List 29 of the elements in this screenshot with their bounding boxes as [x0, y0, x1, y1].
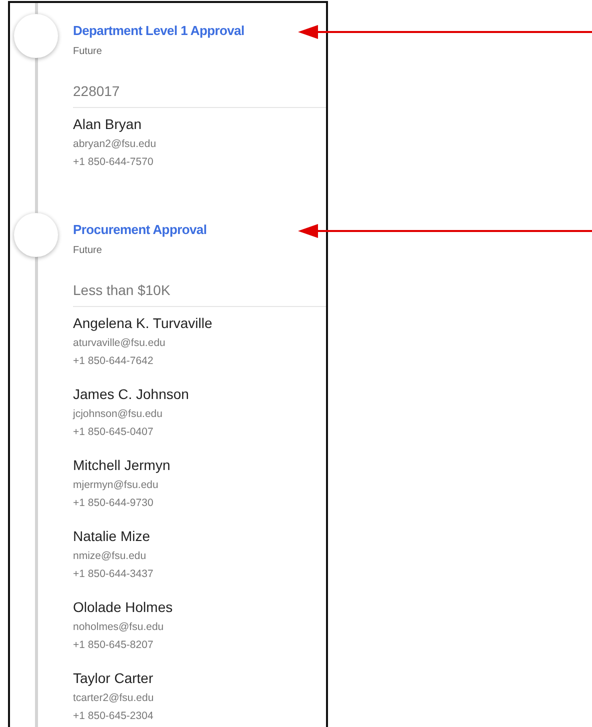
- approver-name: Ololade Holmes: [73, 599, 174, 615]
- approver-email: mjermyn@fsu.edu: [73, 479, 160, 491]
- approver-name: Taylor Carter: [73, 670, 154, 686]
- approver-phone: +1 850-644-7642: [73, 355, 154, 367]
- approver-email: nmize@fsu.edu: [73, 550, 148, 562]
- approver-email: aturvaville@fsu.edu: [73, 337, 166, 349]
- approver-phone: +1 850-644-7570: [73, 156, 154, 168]
- approver-phone: +1 850-645-0407: [73, 426, 154, 438]
- approver-name: Alan Bryan: [73, 116, 142, 132]
- approver-phone: +1 850-645-8207: [73, 639, 154, 651]
- step-marker: [14, 213, 58, 257]
- approver-name: Angelena K. Turvaville: [73, 315, 214, 331]
- approver-phone: +1 850-644-9730: [73, 497, 154, 509]
- approver-phone: +1 850-644-3437: [73, 568, 154, 580]
- approver-email: abryan2@fsu.edu: [73, 138, 158, 150]
- step-status: Future: [73, 46, 103, 57]
- approver-group: 228017: [73, 83, 326, 108]
- approver-email: tcarter2@fsu.edu: [73, 692, 155, 704]
- step-title[interactable]: Department Level 1 Approval: [73, 23, 326, 38]
- step-title[interactable]: Procurement Approval: [73, 222, 326, 237]
- step-marker: [14, 14, 58, 58]
- approver-name: James C. Johnson: [73, 386, 190, 402]
- approver-group: Less than $10K: [73, 282, 326, 307]
- approver-name: Natalie Mize: [73, 528, 152, 544]
- step-status: Future: [73, 245, 103, 256]
- approver-name: Mitchell Jermyn: [73, 457, 172, 473]
- approver-email: jcjohnson@fsu.edu: [73, 408, 164, 420]
- approver-email: noholmes@fsu.edu: [73, 621, 165, 633]
- approver-phone: +1 850-645-2304: [73, 710, 154, 722]
